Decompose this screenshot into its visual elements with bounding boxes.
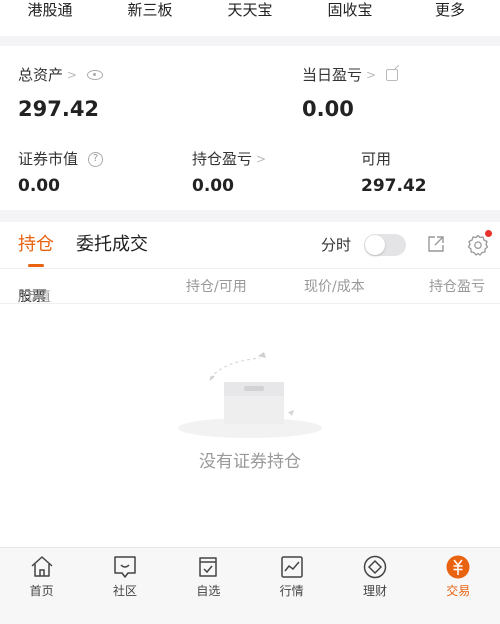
bottom-nav-label: 自选 bbox=[196, 584, 221, 598]
position-pnl-value: 0.00 bbox=[192, 176, 234, 196]
bottom-nav-home[interactable]: 首页 bbox=[0, 548, 83, 608]
column-market-value-label: /市值 bbox=[18, 289, 51, 305]
nav-item-tiantianbao[interactable]: 天天宝 bbox=[200, 1, 300, 19]
market-value: 0.00 bbox=[18, 176, 60, 196]
bottom-nav-label: 社区 bbox=[112, 584, 137, 598]
toggle-knob bbox=[365, 235, 385, 255]
external-link-icon[interactable] bbox=[386, 69, 399, 81]
home-icon bbox=[31, 556, 53, 577]
chevron-right-icon: > bbox=[366, 68, 377, 82]
nav-item-gushoubao[interactable]: 固收宝 bbox=[300, 1, 400, 19]
bottom-nav-wealth[interactable]: 理财 bbox=[333, 548, 416, 608]
bottom-nav-label: 交易 bbox=[446, 584, 471, 598]
community-icon bbox=[114, 556, 136, 578]
top-nav: 港股通 新三板 天天宝 固收宝 更多 bbox=[0, 0, 500, 36]
intraday-label: 分时 bbox=[321, 236, 352, 254]
intraday-toggle[interactable] bbox=[364, 234, 406, 256]
holdings-column-header: 股票/市值 持仓/可用 现价/成本 持仓盈亏 bbox=[0, 268, 500, 305]
market-value-block: 证券市值 ? 0.00 bbox=[18, 150, 104, 196]
eye-icon[interactable] bbox=[87, 70, 104, 80]
nav-item-more[interactable]: 更多 bbox=[400, 1, 500, 19]
chevron-right-icon: > bbox=[256, 152, 267, 166]
holdings-tabs: 持仓 委托成交 分时 bbox=[0, 222, 500, 268]
bottom-nav-label: 首页 bbox=[29, 584, 54, 598]
trade-icon bbox=[446, 555, 470, 579]
daily-pnl-value: 0.00 bbox=[302, 97, 354, 121]
column-position[interactable]: 持仓/可用 bbox=[186, 279, 247, 295]
bottom-nav-bar: 首页 社区 自选 行情 理财 交易 bbox=[0, 547, 500, 624]
total-assets-block[interactable]: 总资产 > 297.42 bbox=[18, 66, 104, 122]
chevron-right-icon: > bbox=[67, 68, 78, 82]
tab-orders-fills[interactable]: 委托成交 bbox=[76, 234, 148, 256]
position-pnl-block[interactable]: 持仓盈亏 > 0.00 bbox=[192, 150, 266, 196]
section-divider bbox=[0, 36, 500, 46]
active-tab-indicator bbox=[28, 264, 44, 267]
bottom-nav-trade[interactable]: 交易 bbox=[417, 548, 500, 608]
daily-pnl-block[interactable]: 当日盈亏 > 0.00 bbox=[302, 66, 399, 122]
column-price[interactable]: 现价/成本 bbox=[304, 279, 365, 295]
total-assets-label: 总资产 bbox=[18, 66, 64, 84]
nav-item-hk-connect[interactable]: 港股通 bbox=[0, 1, 100, 19]
position-pnl-label: 持仓盈亏 bbox=[192, 150, 253, 168]
empty-state-text: 没有证券持仓 bbox=[199, 452, 301, 472]
bottom-nav-market[interactable]: 行情 bbox=[250, 548, 333, 608]
help-icon[interactable]: ? bbox=[88, 151, 104, 167]
available-value: 297.42 bbox=[361, 176, 427, 196]
market-value-label: 证券市值 bbox=[18, 150, 79, 168]
total-assets-value: 297.42 bbox=[18, 97, 100, 121]
watchlist-icon bbox=[199, 557, 218, 577]
empty-box-illustration bbox=[178, 352, 322, 438]
available-label: 可用 bbox=[361, 150, 392, 168]
nav-item-neeq[interactable]: 新三板 bbox=[100, 1, 200, 19]
notification-badge-dot bbox=[485, 230, 492, 237]
available-block: 可用 297.42 bbox=[361, 150, 427, 196]
bottom-nav-label: 理财 bbox=[362, 584, 387, 598]
wealth-icon bbox=[363, 555, 387, 579]
section-divider bbox=[0, 210, 500, 222]
holdings-panel: 持仓 委托成交 分时 股票/市值 持仓/可用 现价/成本 持仓盈亏 没有证券持仓 bbox=[0, 222, 500, 547]
bottom-nav-watchlist[interactable]: 自选 bbox=[167, 548, 250, 608]
column-pnl[interactable]: 持仓盈亏 bbox=[429, 279, 500, 295]
share-icon[interactable] bbox=[426, 234, 446, 254]
bottom-nav-community[interactable]: 社区 bbox=[83, 548, 166, 608]
bottom-nav-label: 行情 bbox=[279, 584, 304, 598]
market-icon bbox=[280, 556, 303, 578]
asset-summary: 总资产 > 297.42 当日盈亏 > 0.00 证券市值 ? 0.00 持仓盈… bbox=[0, 46, 500, 210]
daily-pnl-label: 当日盈亏 bbox=[302, 66, 363, 84]
tab-positions[interactable]: 持仓 bbox=[18, 234, 54, 256]
